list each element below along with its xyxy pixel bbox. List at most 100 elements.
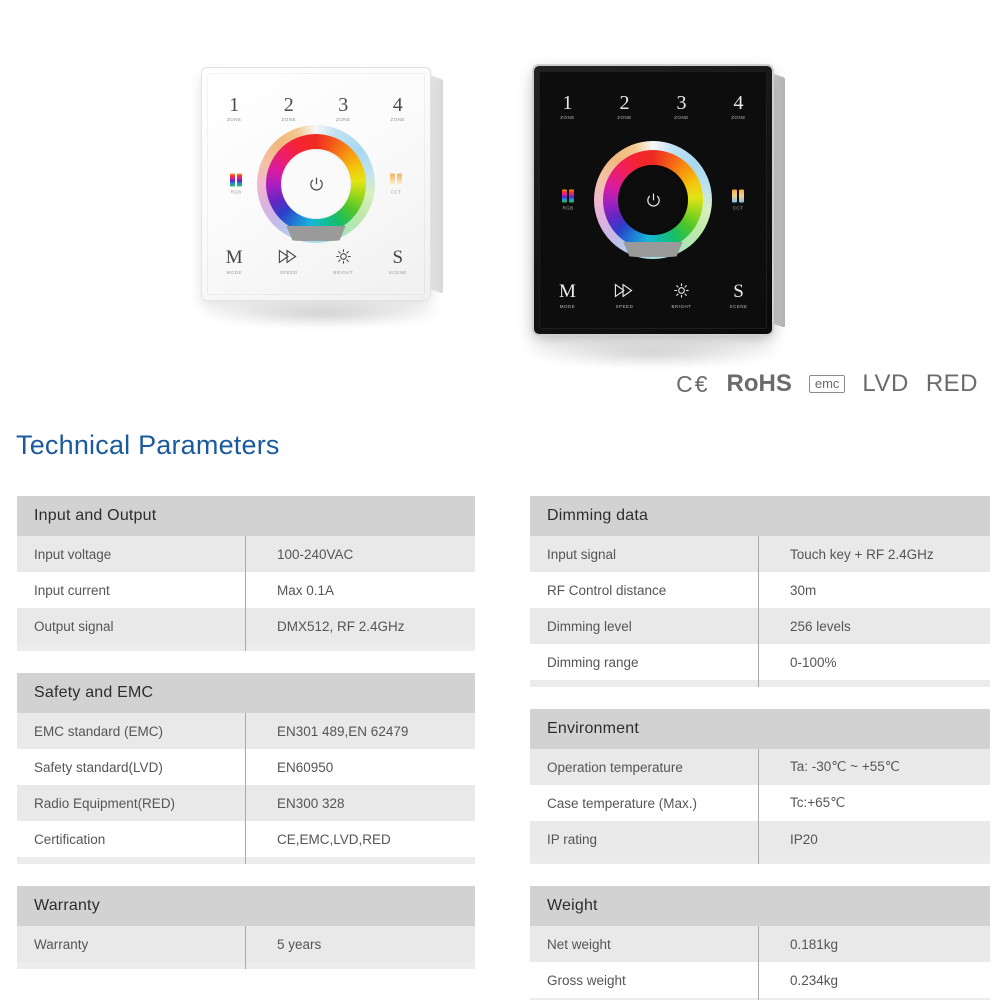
zone-button-2[interactable]: 2 ZONE [262,95,317,122]
white-panel-shadow [196,300,448,328]
brightness-caption: BRIGHT [671,304,692,309]
rgb-mode-button[interactable]: RGB [221,173,251,195]
spec-section-title: Safety and EMC [17,673,475,713]
cct-mode-button[interactable]: CCT [723,189,753,211]
spec-row-key: Radio Equipment(RED) [34,795,176,811]
black-panel-shadow [518,338,786,368]
spec-row-value: Touch key + RF 2.4GHz [790,546,934,562]
color-wheel-center[interactable] [618,165,688,235]
speed-button[interactable]: SPEED [262,248,317,275]
color-wheel-center[interactable] [281,149,351,219]
cct-bars-icon [381,173,411,187]
zone-button-1[interactable]: 1 ZONE [207,95,262,122]
mode-glyph: M [559,281,576,302]
zone-button-1[interactable]: 1 ZONE [539,93,596,120]
product-image-group: 1 ZONE 2 ZONE 3 ZONE 4 ZONE RGB CCT M MO… [0,0,1000,368]
zone-caption: ZONE [335,117,351,122]
spec-row: RF Control distance 30m [530,572,990,608]
spec-row-value: 0.181kg [790,936,839,952]
spec-row-value: EN300 328 [277,795,345,811]
zone-caption: ZONE [617,115,632,120]
spec-section-footer [530,857,990,864]
spec-section-title: Environment [530,709,990,749]
spec-row-value: CE,EMC,LVD,RED [277,831,391,847]
zone-button-3[interactable]: 3 ZONE [316,95,371,122]
brightness-button[interactable]: BRIGHT [653,282,710,309]
zone-number: 3 [338,94,349,116]
cct-caption: CCT [390,189,402,195]
spec-row-value: 0.234kg [790,972,839,988]
color-wheel[interactable] [594,141,712,259]
rgb-bars-icon [553,189,583,203]
zone-caption: ZONE [281,117,296,122]
zone-button-row: 1 ZONE 2 ZONE 3 ZONE 4 ZONE [539,93,767,120]
zone-button-row: 1 ZONE 2 ZONE 3 ZONE 4 ZONE [207,95,425,122]
zone-button-4[interactable]: 4 ZONE [371,95,426,122]
spec-row-value: IP20 [790,831,818,847]
spec-section: Dimming data Input signal Touch key + RF 2… [530,496,990,687]
scene-button[interactable]: S SCENE [710,282,767,310]
spec-row-key: EMC standard (EMC) [34,723,164,739]
rohs-mark: RoHS [726,370,792,397]
rgb-caption: RGB [562,205,574,211]
spec-row-value: 5 years [277,936,322,952]
brightness-icon [653,282,710,303]
spec-row-value: Max 0.1A [277,582,335,598]
cct-caption: CCT [732,205,744,211]
spec-row-key: Operation temperature [547,759,683,775]
spec-row-value: EN60950 [277,759,334,775]
spec-row: Output signal DMX512, RF 2.4GHz [17,608,475,644]
mode-button[interactable]: M MODE [539,281,596,310]
power-icon[interactable] [645,192,662,209]
spec-section: Safety and EMC EMC standard (EMC) EN301 48… [17,673,475,864]
zone-button-4[interactable]: 4 ZONE [710,93,767,120]
spec-row: Warranty 5 years [17,926,475,962]
zone-button-3[interactable]: 3 ZONE [653,93,710,120]
spec-section-title: Input and Output [17,496,475,536]
spec-row-key: Safety standard(LVD) [34,759,163,775]
spec-row-key: Case temperature (Max.) [547,795,698,811]
rgb-mode-button[interactable]: RGB [553,189,583,211]
emc-mark: emc [808,375,846,393]
brightness-caption: BRIGHT [333,270,354,275]
spec-row-key: Certification [34,831,106,847]
spec-row: Dimming level 256 levels [530,608,990,644]
spec-row-key: Input current [34,582,110,598]
spec-row: Case temperature (Max.) Tc:+65℃ [530,785,990,821]
mode-button[interactable]: M MODE [207,247,262,276]
spec-row: Input signal Touch key + RF 2.4GHz [530,536,990,572]
zone-number: 4 [733,92,744,114]
spec-row: Dimming range 0-100% [530,644,990,680]
scene-button[interactable]: S SCENE [371,248,426,276]
mode-caption: MODE [559,304,576,309]
spec-row-key: Input signal [547,546,617,562]
product-panel-white[interactable]: 1 ZONE 2 ZONE 3 ZONE 4 ZONE RGB CCT M MO… [202,68,443,300]
color-wheel[interactable] [257,125,375,243]
spec-row-value: 256 levels [790,618,851,634]
zone-button-2[interactable]: 2 ZONE [596,93,653,120]
speed-caption: SPEED [615,304,634,309]
speed-button[interactable]: SPEED [596,282,653,309]
cct-mode-button[interactable]: CCT [381,173,411,195]
spec-row: Operation temperature Ta: -30℃ ~ +55℃ [530,749,990,785]
spec-section-title: Weight [530,886,990,926]
mode-glyph: M [225,247,243,268]
spec-section: Environment Operation temperature Ta: -30℃… [530,709,990,864]
brightness-button[interactable]: BRIGHT [316,248,371,275]
power-icon[interactable] [308,176,325,193]
scene-caption: SCENE [388,270,407,275]
spec-row-value: 30m [790,582,817,598]
speed-icon [262,248,317,269]
mode-caption: MODE [226,270,242,275]
scene-caption: SCENE [729,304,748,309]
zone-caption: ZONE [560,115,575,120]
spec-row: Certification CE,EMC,LVD,RED [17,821,475,857]
spec-section: Input and Output Input voltage 100-240VAC I… [17,496,475,651]
panel-glass: 1 ZONE 2 ZONE 3 ZONE 4 ZONE RGB CCT M MO… [539,71,767,329]
spec-section-title: Warranty [17,886,475,926]
zone-number: 2 [619,92,630,114]
specs-column-left: Input and Output Input voltage 100-240VAC I… [17,496,475,1000]
spec-row-value: 100-240VAC [277,546,354,562]
product-panel-black[interactable]: 1 ZONE 2 ZONE 3 ZONE 4 ZONE RGB CCT M MO… [534,66,785,334]
zone-caption: ZONE [390,117,405,122]
